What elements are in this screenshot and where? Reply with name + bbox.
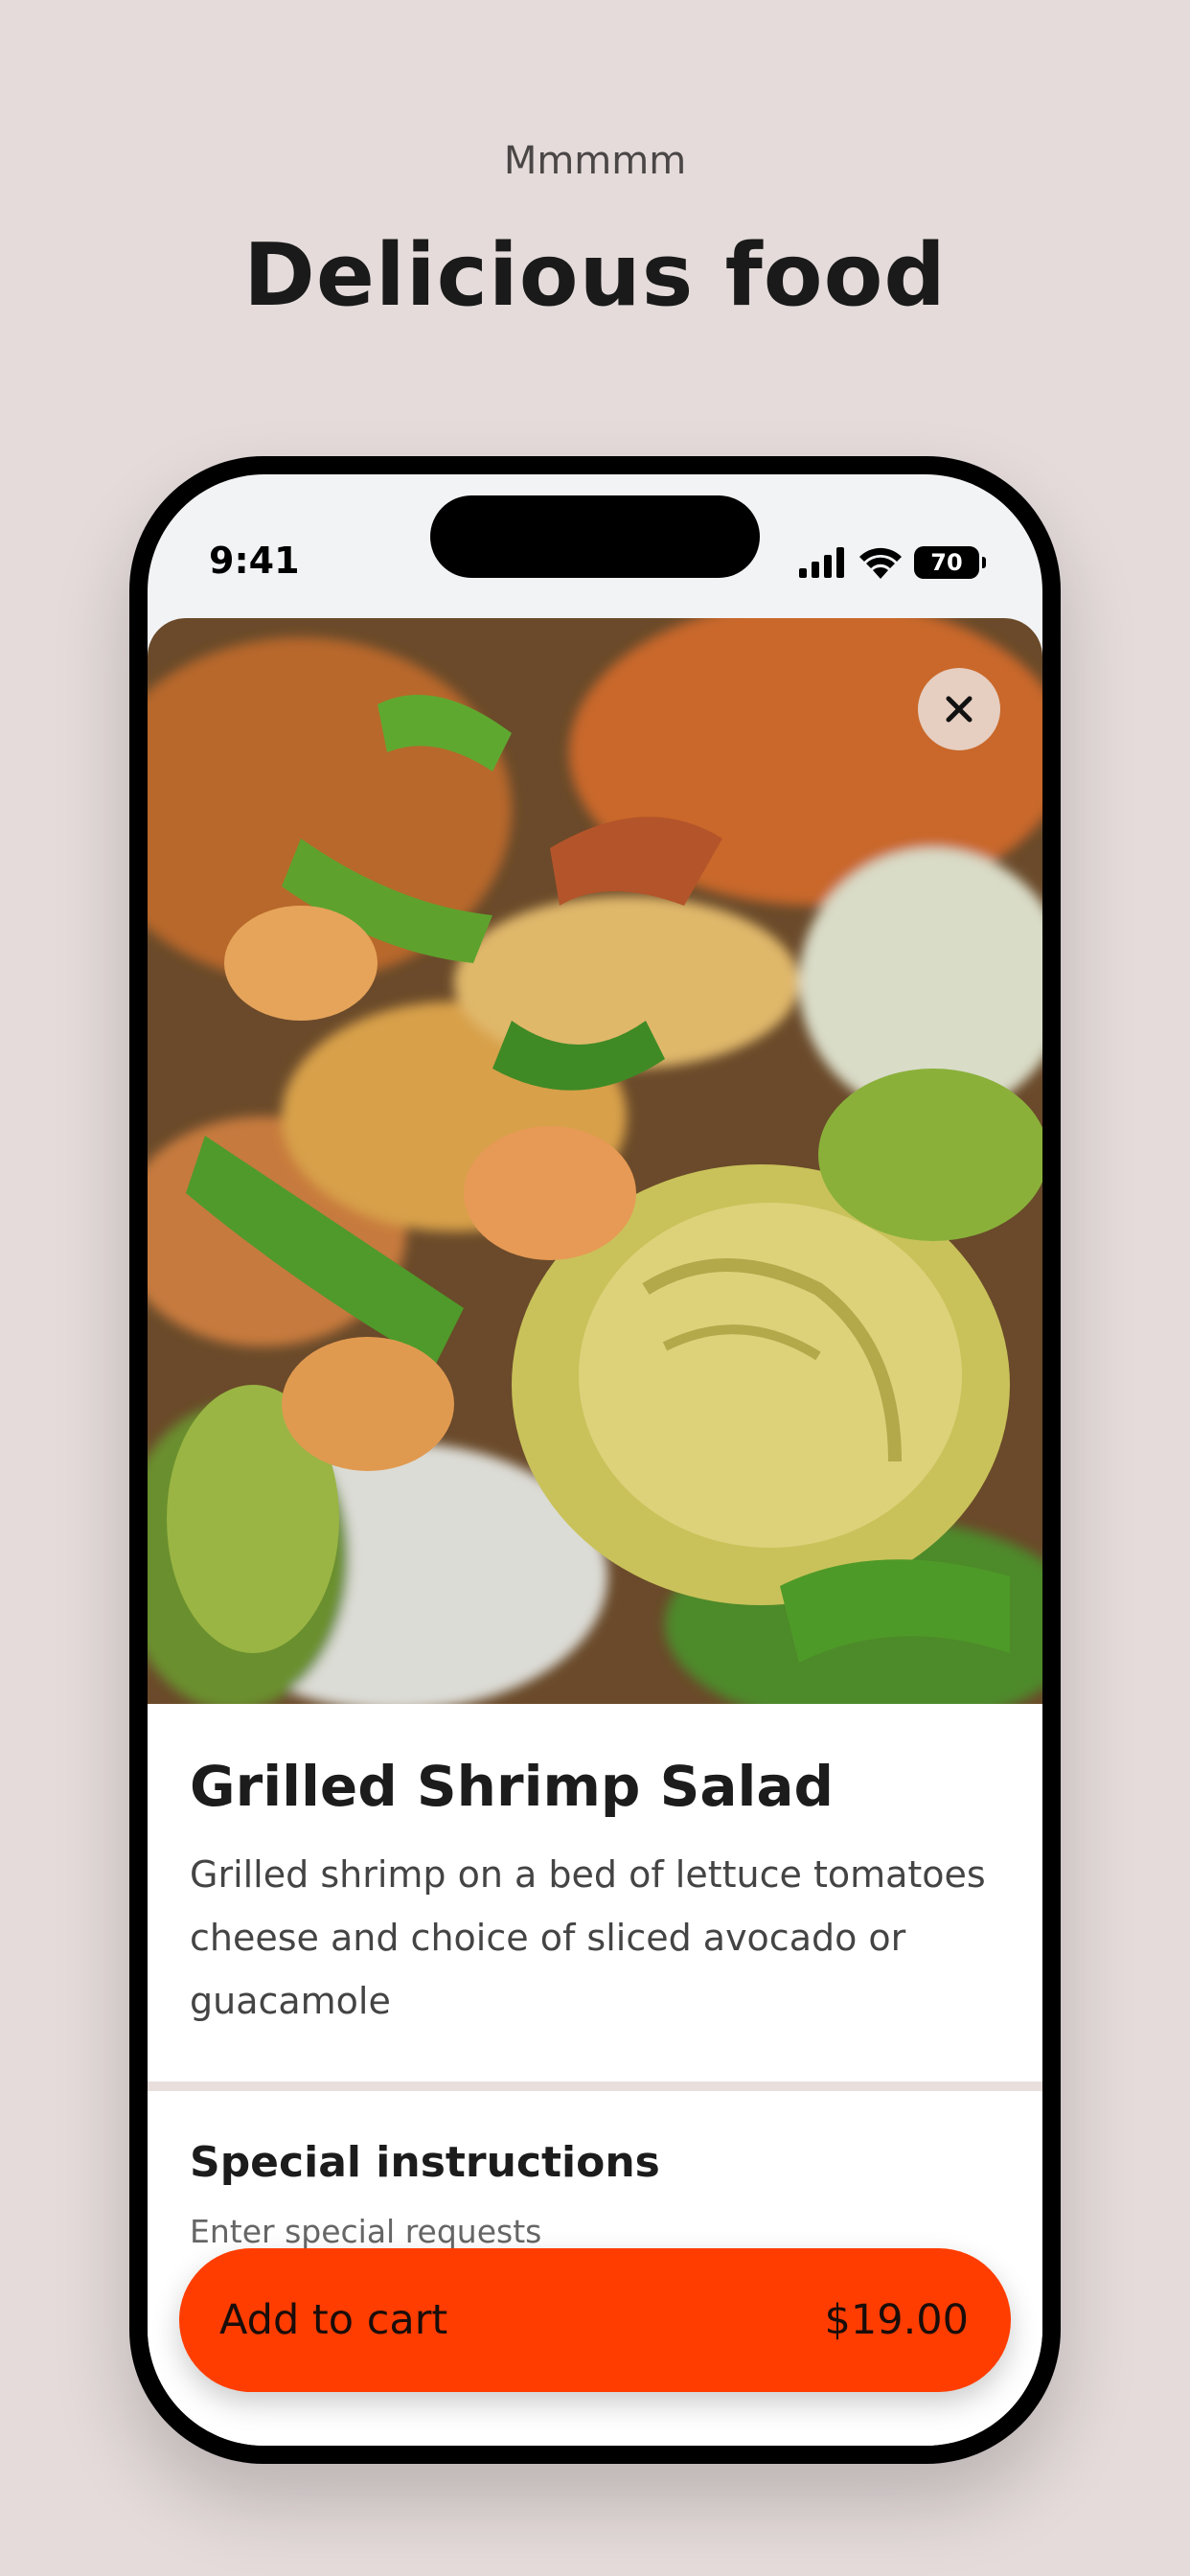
status-time: 9:41 bbox=[209, 540, 300, 582]
eyebrow-text: Mmmmm bbox=[503, 139, 687, 183]
status-icons: 70 bbox=[799, 543, 986, 582]
add-to-cart-button[interactable]: Add to cart $19.00 bbox=[179, 2248, 1011, 2392]
page-headline: Delicious food bbox=[243, 225, 947, 326]
wifi-icon bbox=[859, 547, 902, 579]
phone-screen: 9:41 70 Grilled Shrimp Salad Grilled shr… bbox=[148, 474, 1042, 2446]
section-divider bbox=[148, 2082, 1042, 2091]
product-title: Grilled Shrimp Salad bbox=[190, 1754, 835, 1819]
close-button[interactable] bbox=[918, 668, 1000, 750]
signal-icon bbox=[799, 547, 844, 578]
product-description: Grilled shrimp on a bed of lettuce tomat… bbox=[190, 1853, 986, 2022]
dynamic-island bbox=[430, 495, 760, 578]
cart-price: $19.00 bbox=[824, 2296, 969, 2344]
battery-icon: 70 bbox=[914, 546, 986, 579]
grilled-shrimp-salad-photo bbox=[148, 618, 1042, 1704]
add-to-cart-label: Add to cart bbox=[219, 2296, 448, 2344]
special-instructions-title: Special instructions bbox=[190, 2138, 660, 2187]
special-instructions-input[interactable] bbox=[190, 2209, 860, 2253]
close-icon bbox=[946, 696, 973, 723]
product-sheet: Grilled Shrimp Salad Grilled shrimp on a… bbox=[148, 618, 1042, 2446]
phone-frame: 9:41 70 Grilled Shrimp Salad Grilled shr… bbox=[129, 456, 1061, 2464]
